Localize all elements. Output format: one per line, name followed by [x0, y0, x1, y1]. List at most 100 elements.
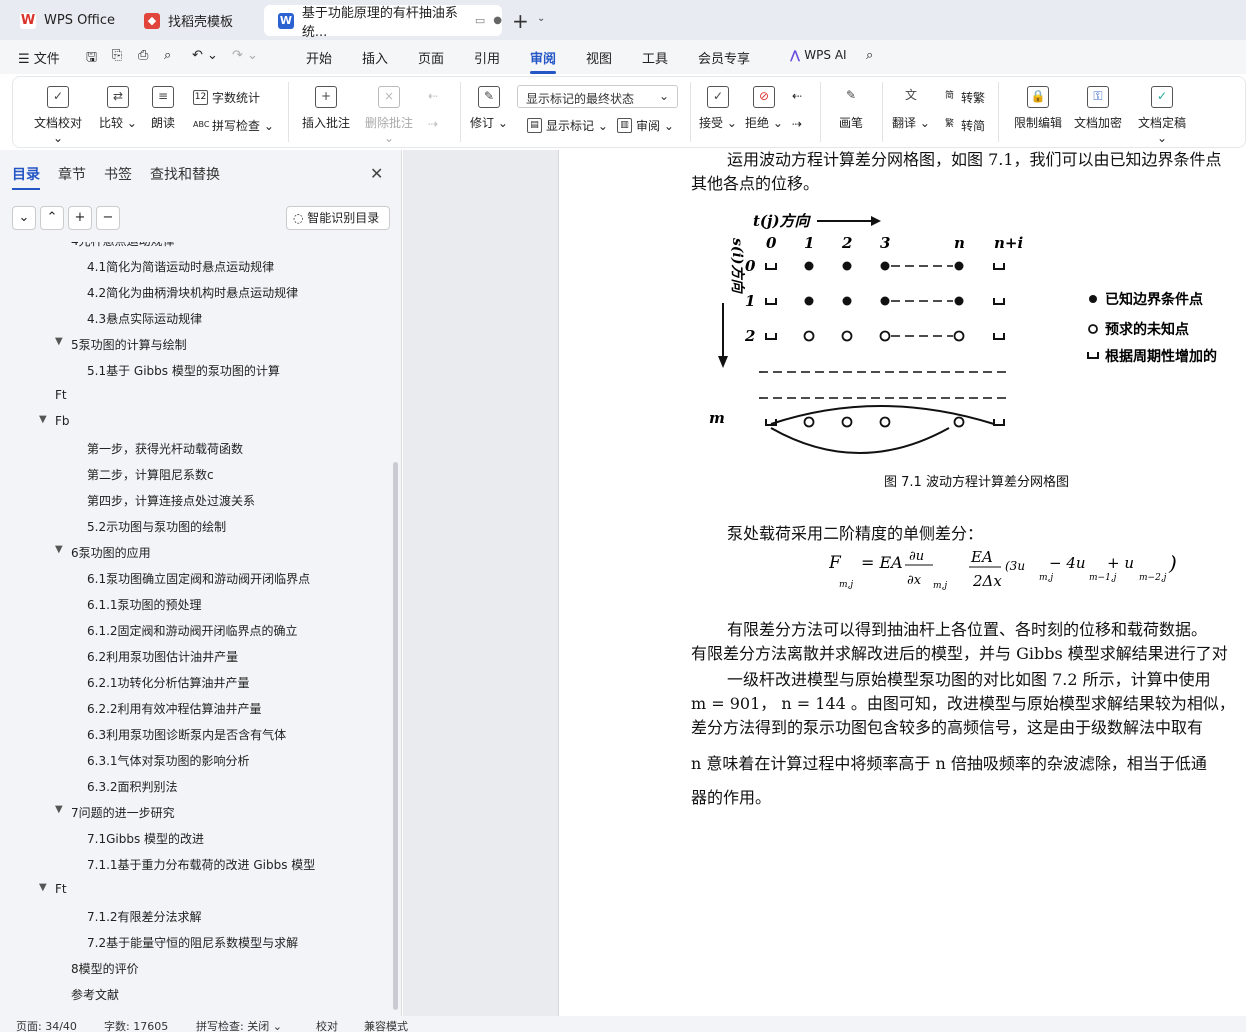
- tab-docer-templates[interactable]: ◆ 找稻壳模板: [130, 5, 258, 36]
- toc-item[interactable]: ▼ 5泵功图的计算与绘制: [55, 336, 187, 356]
- y-arrowhead: [718, 356, 728, 368]
- expand-arrow-icon[interactable]: ▼: [55, 544, 63, 555]
- wps-ai-button[interactable]: ⋀ WPS AI: [790, 48, 847, 62]
- unsaved-dot-icon[interactable]: ●: [493, 15, 502, 26]
- toc-item[interactable]: ▼ Ft: [39, 882, 67, 902]
- toc-scrollbar[interactable]: [393, 462, 398, 1010]
- menu-review[interactable]: 审阅: [530, 48, 557, 74]
- to-simplified-button[interactable]: 繁转简: [942, 117, 985, 134]
- close-icon[interactable]: ✕: [370, 164, 383, 183]
- undo-icon[interactable]: ↶ ⌄: [192, 48, 218, 63]
- new-tab-button[interactable]: +: [512, 9, 529, 33]
- export-icon[interactable]: ⎘: [112, 48, 122, 63]
- expand-arrow-icon[interactable]: ▼: [55, 336, 63, 347]
- toc-item[interactable]: 6.2利用泵功图估计油井产量: [87, 648, 238, 668]
- toc-item[interactable]: ▼ 7问题的进一步研究: [55, 804, 175, 824]
- show-markup-button[interactable]: ▤ 显示标记 ⌄: [527, 117, 608, 134]
- toc-item[interactable]: 参考文献: [71, 986, 119, 1006]
- expand-arrow-icon[interactable]: ▼: [55, 242, 63, 243]
- toc-item[interactable]: 6.3.2面积判别法: [87, 778, 178, 798]
- toc-item[interactable]: ▼ Fb: [39, 414, 70, 434]
- prev-change-icon[interactable]: ⇠: [792, 89, 802, 103]
- chevron-down-icon[interactable]: ⌄: [537, 13, 545, 24]
- menu-view[interactable]: 视图: [586, 48, 612, 67]
- toc-item[interactable]: 4.3悬点实际运动规律: [87, 310, 202, 330]
- revise-icon: ✎: [478, 86, 500, 108]
- toc-item[interactable]: Ft: [55, 388, 67, 408]
- save-icon[interactable]: 🖫: [86, 48, 97, 70]
- search-icon[interactable]: ⌕: [866, 48, 873, 63]
- toc-item[interactable]: ▼ 4光杆悬点运动规律: [55, 242, 175, 252]
- restrict-editing-button[interactable]: 🔒 限制编辑: [1012, 86, 1064, 131]
- toc-item[interactable]: 第四步，计算连接点处过渡关系: [87, 492, 255, 512]
- next-change-icon[interactable]: ⇢: [792, 117, 802, 131]
- file-menu[interactable]: ☰ 文件: [18, 48, 60, 67]
- expand-arrow-icon[interactable]: ▼: [39, 414, 47, 425]
- expand-arrow-icon[interactable]: ▼: [55, 804, 63, 815]
- translate-button[interactable]: 文翻译 ⌄: [892, 86, 930, 131]
- toc-item[interactable]: 7.1.1基于重力分布载荷的改进 Gibbs 模型: [87, 856, 315, 876]
- compare-button[interactable]: ⇄ 比较 ⌄: [98, 86, 138, 131]
- toc-item[interactable]: 4.2简化为曲柄滑块机构时悬点运动规律: [87, 284, 298, 304]
- accept-button[interactable]: ✓ 接受 ⌄: [699, 86, 737, 131]
- toc-item[interactable]: 5.2示功图与泵功图的绘制: [87, 518, 226, 538]
- to-traditional-button[interactable]: 简转繁: [942, 89, 985, 106]
- menu-tools[interactable]: 工具: [642, 48, 668, 67]
- draw-pen-button[interactable]: ✎ 画笔: [834, 86, 868, 131]
- redo-icon[interactable]: ↷ ⌄: [232, 48, 258, 63]
- toc-item[interactable]: 6.3利用泵功图诊断泵内是否含有气体: [87, 726, 286, 746]
- toc-item[interactable]: 7.2基于能量守恒的阻尼系数模型与求解: [87, 934, 298, 954]
- markup-state-select[interactable]: 显示标记的最终状态 ⌄: [517, 85, 678, 108]
- word-count-button[interactable]: 12 字数统计: [193, 89, 260, 106]
- divider: [460, 82, 461, 142]
- menu-page[interactable]: 页面: [418, 48, 444, 67]
- toc-item[interactable]: 6.3.1气体对泵功图的影响分析: [87, 752, 250, 772]
- toc-item[interactable]: 第二步，计算阻尼系数c: [87, 466, 214, 486]
- next-comment-icon[interactable]: ⇢: [428, 117, 438, 131]
- spell-check-button[interactable]: ABC 拼写检查 ⌄: [193, 117, 274, 134]
- review-pane-button[interactable]: ▥ 审阅 ⌄: [617, 117, 674, 134]
- periodic-point-marker: [993, 333, 1005, 340]
- menu-start[interactable]: 开始: [306, 48, 332, 67]
- delete-comment-button[interactable]: × 删除批注 ⌄: [360, 86, 418, 145]
- revise-button[interactable]: ✎ 修订 ⌄: [470, 86, 508, 131]
- tab-document[interactable]: W 基于功能原理的有杆抽油系统... ▭ ●: [264, 5, 502, 40]
- finalize-button[interactable]: ✓ 文档定稿 ⌄: [1132, 86, 1192, 145]
- toc-item[interactable]: 7.1Gibbs 模型的改进: [87, 830, 204, 850]
- toc-item[interactable]: 6.1.1泵功图的预处理: [87, 596, 202, 616]
- periodic-point-marker: [993, 298, 1005, 305]
- remove-heading-button[interactable]: −: [96, 206, 120, 230]
- toc-item[interactable]: 6.1.2固定阀和游动阀开闭临界点的确立: [87, 622, 298, 642]
- tab-bookmarks[interactable]: 书签: [104, 164, 132, 184]
- divider: [820, 82, 821, 142]
- insert-comment-button[interactable]: + 插入批注: [300, 86, 352, 131]
- encrypt-button[interactable]: ⚿ 文档加密: [1072, 86, 1124, 131]
- tab-chapters[interactable]: 章节: [58, 164, 86, 184]
- tab-wps-office[interactable]: W WPS Office: [6, 5, 124, 36]
- toc-item[interactable]: 6.1泵功图确立固定阀和游动阀开闭临界点: [87, 570, 310, 590]
- doc-check-button[interactable]: ✓ 文档校对 ⌄: [28, 86, 88, 145]
- collapse-all-button[interactable]: ⌄: [12, 206, 36, 230]
- add-heading-button[interactable]: +: [68, 206, 92, 230]
- smart-toc-button[interactable]: ◌ 智能识别目录: [286, 206, 390, 230]
- toc-item[interactable]: 5.1基于 Gibbs 模型的泵功图的计算: [87, 362, 280, 382]
- reject-button[interactable]: ⊘ 拒绝 ⌄: [745, 86, 783, 131]
- preview-icon[interactable]: ⌕: [164, 48, 171, 63]
- toc-item[interactable]: 7.1.2有限差分法求解: [87, 908, 202, 928]
- expand-up-button[interactable]: ⌃: [40, 206, 64, 230]
- toc-item[interactable]: 4.1简化为简谐运动时悬点运动规律: [87, 258, 274, 278]
- toc-item[interactable]: 第一步，获得光杆动载荷函数: [87, 440, 243, 460]
- toc-item[interactable]: 6.2.1功转化分析估算油井产量: [87, 674, 250, 694]
- prev-comment-icon[interactable]: ⇠: [428, 89, 438, 103]
- print-icon[interactable]: ⎙: [138, 48, 148, 63]
- read-aloud-button[interactable]: ≡ 朗读: [146, 86, 180, 131]
- menu-insert[interactable]: 插入: [362, 48, 388, 67]
- toc-item[interactable]: 8模型的评价: [71, 960, 139, 980]
- toc-item[interactable]: ▼ 6泵功图的应用: [55, 544, 151, 564]
- menu-membership[interactable]: 会员专享: [698, 48, 750, 67]
- tab-find-replace[interactable]: 查找和替换: [150, 164, 220, 184]
- expand-arrow-icon[interactable]: ▼: [39, 882, 47, 893]
- menu-reference[interactable]: 引用: [474, 48, 500, 67]
- toc-item[interactable]: 6.2.2利用有效冲程估算油井产量: [87, 700, 262, 720]
- tab-toc[interactable]: 目录: [12, 164, 40, 190]
